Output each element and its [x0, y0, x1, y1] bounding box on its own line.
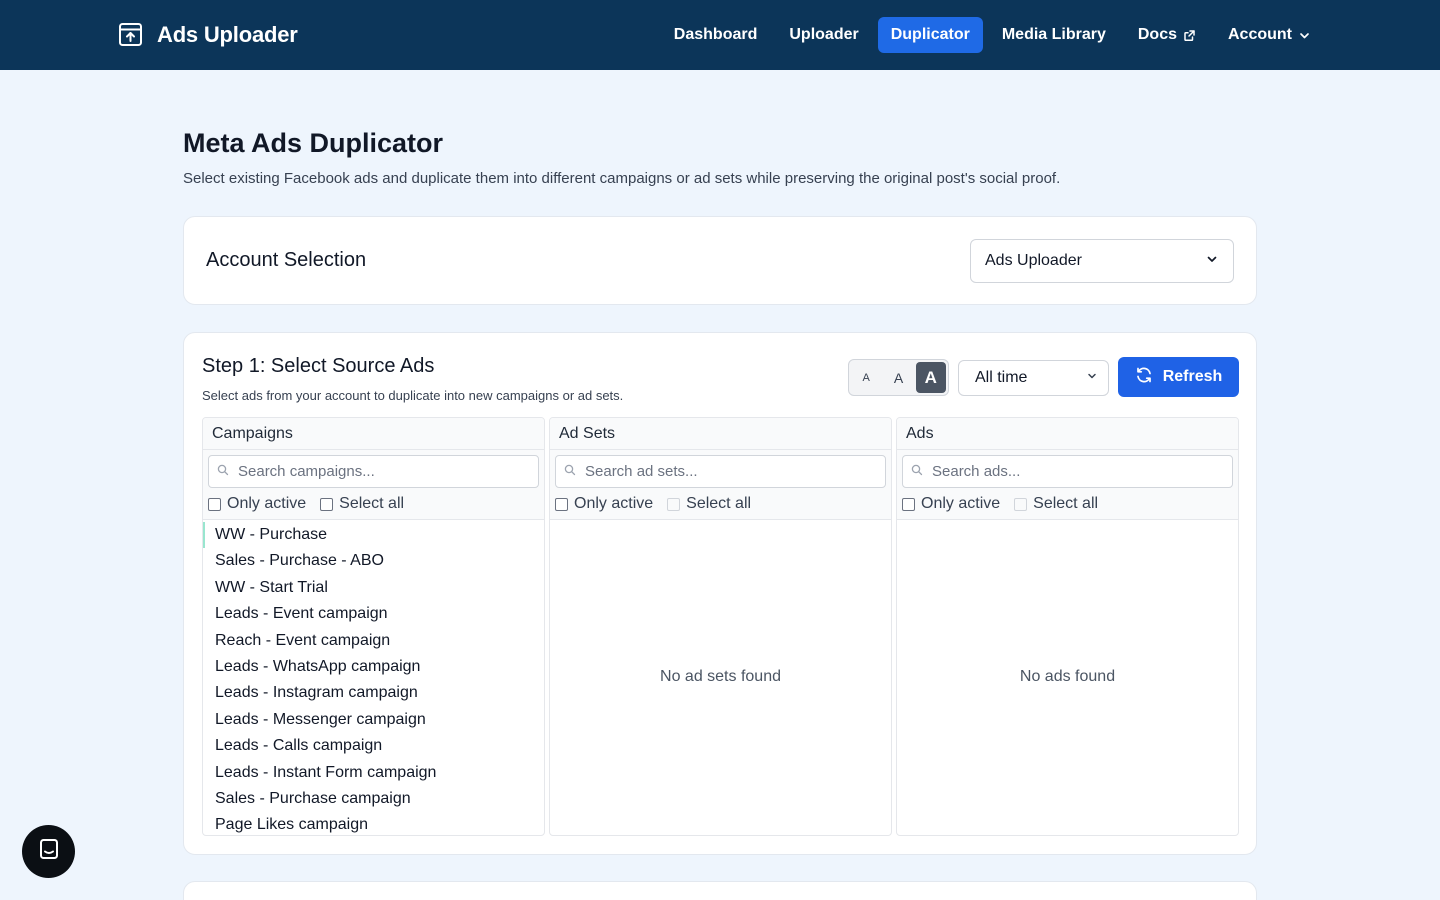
nav-media-library[interactable]: Media Library	[989, 17, 1119, 53]
campaigns-search-placeholder: Search campaigns...	[238, 463, 375, 480]
campaign-item[interactable]: Leads - Calls campaign	[203, 733, 544, 759]
campaign-item[interactable]: Leads - Messenger campaign	[203, 707, 544, 733]
adsets-tools: Search ad sets... Only active Select all	[550, 450, 891, 520]
campaign-item[interactable]: Sales - Purchase campaign	[203, 786, 544, 812]
campaigns-search-input[interactable]: Search campaigns...	[208, 455, 539, 488]
campaigns-header: Campaigns	[203, 418, 544, 450]
refresh-label: Refresh	[1162, 368, 1223, 385]
checkbox-box	[555, 497, 568, 511]
adsets-filters: Only active Select all	[555, 495, 886, 513]
campaign-item[interactable]: Page Likes campaign	[203, 812, 544, 835]
nav-dashboard-label: Dashboard	[673, 26, 758, 43]
search-icon	[217, 463, 229, 480]
checkbox-box	[208, 497, 221, 511]
checkbox-box	[1014, 497, 1028, 511]
chevron-down-icon	[1086, 369, 1098, 387]
chevron-down-icon	[1298, 29, 1311, 42]
refresh-button[interactable]: Refresh	[1118, 357, 1239, 397]
campaigns-only-active-checkbox[interactable]: Only active	[208, 495, 306, 513]
text-size-toggle: A A A	[848, 359, 949, 396]
campaigns-column: Campaigns Search campaigns... Only activ…	[202, 417, 545, 836]
brand[interactable]: Ads Uploader	[116, 20, 298, 49]
step1-subtitle: Select ads from your account to duplicat…	[202, 388, 624, 403]
brand-name: Ads Uploader	[157, 21, 298, 47]
nav-docs-label: Docs	[1137, 26, 1177, 43]
chat-icon	[36, 836, 62, 867]
ads-search-placeholder: Search ads...	[932, 463, 1021, 480]
campaigns-list: WW - Purchase Sales - Purchase - ABO WW …	[203, 520, 544, 835]
campaigns-tools: Search campaigns... Only active Select a…	[203, 450, 544, 520]
select-all-label: Select all	[339, 495, 405, 512]
nav-duplicator[interactable]: Duplicator	[877, 17, 983, 53]
time-range-value: All time	[975, 369, 1028, 386]
text-size-medium-button[interactable]: A	[883, 362, 913, 393]
campaign-item[interactable]: Leads - Instagram campaign	[203, 680, 544, 706]
search-icon	[911, 463, 923, 480]
nav-media-library-label: Media Library	[1001, 26, 1106, 43]
nav-uploader-label: Uploader	[789, 26, 859, 43]
nav-account-label: Account	[1228, 26, 1292, 43]
text-size-small-button[interactable]: A	[851, 362, 881, 393]
adsets-header: Ad Sets	[550, 418, 891, 450]
adsets-only-active-checkbox[interactable]: Only active	[555, 495, 653, 513]
page-subtitle: Select existing Facebook ads and duplica…	[183, 170, 1061, 187]
ads-header: Ads	[897, 418, 1238, 450]
adsets-column: Ad Sets Search ad sets... Only active Se…	[549, 417, 892, 836]
select-all-label: Select all	[1033, 495, 1099, 512]
checkbox-box	[667, 497, 681, 511]
checkbox-box	[320, 497, 334, 511]
step1-title: Step 1: Select Source Ads	[202, 355, 435, 377]
search-icon	[564, 463, 576, 480]
campaign-item[interactable]: Sales - Purchase - ABO	[203, 548, 544, 574]
adsets-search-input[interactable]: Search ad sets...	[555, 455, 886, 488]
upload-box-icon	[116, 20, 145, 49]
campaign-item[interactable]: WW - Start Trial	[203, 575, 544, 601]
campaign-item[interactable]: Reach - Event campaign	[203, 628, 544, 654]
checkbox-box	[902, 497, 915, 511]
top-nav-bar: Ads Uploader Dashboard Uploader Duplicat…	[0, 0, 1440, 70]
campaign-item[interactable]: Leads - WhatsApp campaign	[203, 654, 544, 680]
nav-account[interactable]: Account	[1215, 17, 1324, 53]
select-all-label: Select all	[686, 495, 752, 512]
only-active-label: Only active	[227, 495, 307, 512]
ads-select-all-checkbox[interactable]: Select all	[1014, 495, 1098, 513]
ads-column: Ads Search ads... Only active Select all…	[896, 417, 1239, 836]
nav-uploader[interactable]: Uploader	[776, 17, 871, 53]
chevron-down-icon	[1205, 252, 1219, 271]
only-active-label: Only active	[921, 495, 1001, 512]
adsets-empty-state: No ad sets found	[660, 668, 781, 685]
nav-dashboard[interactable]: Dashboard	[661, 17, 771, 53]
refresh-icon	[1135, 366, 1153, 389]
adsets-search-placeholder: Search ad sets...	[585, 463, 698, 480]
ads-tools: Search ads... Only active Select all	[897, 450, 1238, 520]
campaign-item[interactable]: Leads - Event campaign	[203, 601, 544, 627]
account-selection-card: Account Selection Ads Uploader	[183, 216, 1257, 305]
ads-search-input[interactable]: Search ads...	[902, 455, 1233, 488]
ads-only-active-checkbox[interactable]: Only active	[902, 495, 1000, 513]
account-select-value: Ads Uploader	[985, 252, 1082, 269]
nav-docs[interactable]: Docs	[1125, 17, 1209, 53]
account-select[interactable]: Ads Uploader	[970, 239, 1234, 283]
page-title: Meta Ads Duplicator	[183, 128, 444, 158]
ads-empty-state: No ads found	[1019, 668, 1116, 685]
account-selection-title: Account Selection	[206, 249, 367, 271]
nav-duplicator-label: Duplicator	[890, 26, 970, 43]
campaigns-select-all-checkbox[interactable]: Select all	[320, 495, 404, 513]
chat-launcher-button[interactable]	[22, 825, 75, 878]
campaign-item[interactable]: WW - Purchase	[203, 522, 544, 549]
step1-card: Step 1: Select Source Ads Select ads fro…	[183, 332, 1257, 855]
time-range-select[interactable]: All time	[958, 360, 1109, 396]
external-link-icon	[1183, 29, 1196, 42]
main-nav: Dashboard Uploader Duplicator Media Libr…	[661, 17, 1324, 53]
adsets-select-all-checkbox[interactable]: Select all	[667, 495, 751, 513]
campaign-item[interactable]: Leads - Instant Form campaign	[203, 760, 544, 786]
next-step-card	[183, 881, 1257, 900]
campaigns-filters: Only active Select all	[208, 495, 539, 513]
ads-filters: Only active Select all	[902, 495, 1233, 513]
only-active-label: Only active	[574, 495, 654, 512]
text-size-large-button[interactable]: A	[915, 362, 946, 393]
